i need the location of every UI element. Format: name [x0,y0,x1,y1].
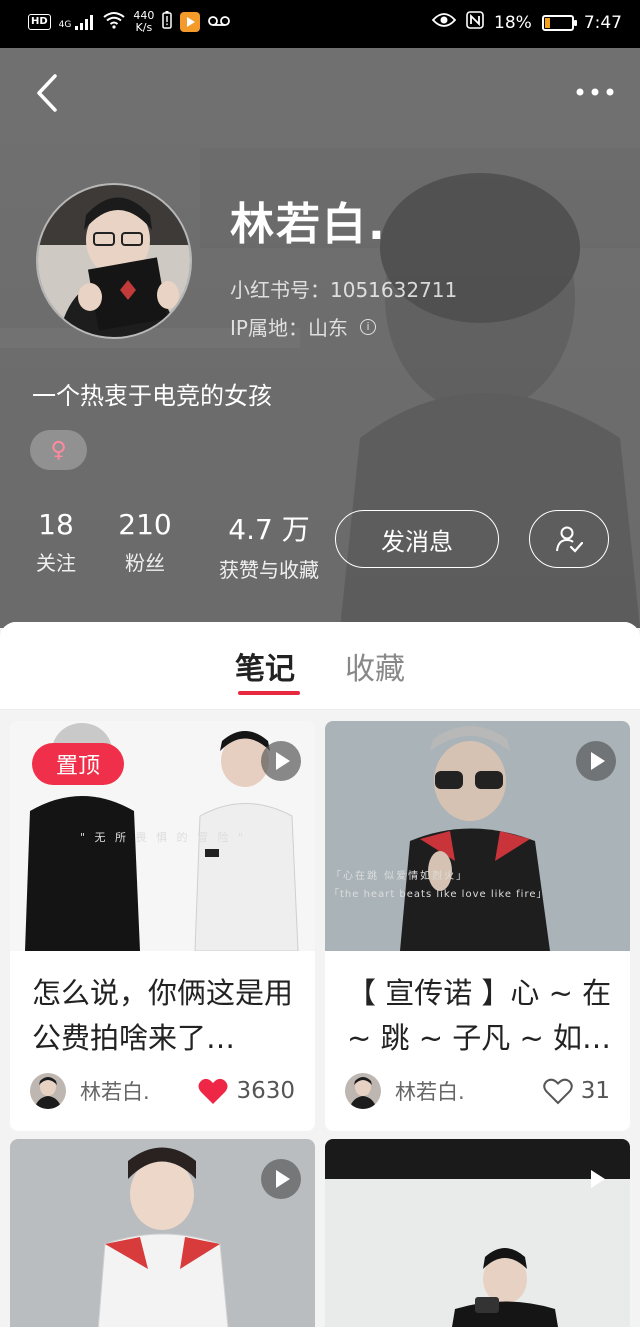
like-count: 31 [580,1078,610,1104]
network-type: 4G [58,20,72,30]
note-author[interactable]: 林若白. [30,1073,150,1109]
stat-label: 获赞与收藏 [219,558,319,582]
ip-location: IP属地：山东 i [230,312,376,341]
author-avatar [345,1073,381,1109]
tab-active-indicator [238,691,300,695]
stat-value: 4.7 万 [228,513,310,546]
author-name: 林若白. [80,1080,150,1104]
note-card[interactable] [10,1139,315,1327]
nfc-icon [466,11,484,34]
ip-location-text: IP属地：山东 [230,316,348,340]
content-panel: 笔记 收藏 " 无 所 畏 惧 的 冒 险 " 置顶 怎么说，你俩这是用公费拍啥… [0,622,640,1327]
stat-value: 18 [38,508,74,541]
play-icon [261,1159,301,1199]
stat-likes-collects[interactable]: 4.7 万 获赞与收藏 [206,508,332,583]
note-cover-caption: 「the heart beats like love like fire」 [329,889,548,900]
clock: 7:47 [583,12,622,33]
net-speed-unit: K/s [135,21,153,34]
play-icon [261,741,301,781]
avatar[interactable] [36,183,192,339]
battery-icon [541,14,577,31]
info-icon[interactable]: i [359,318,376,335]
stat-following[interactable]: 18 关注 [28,508,84,576]
note-cover-caption: 「心在跳 似爱情如烈火」 [331,871,469,882]
gender-badge: ♀ [30,430,87,470]
hd-indicator: HD [28,14,51,30]
eye-icon [431,12,457,33]
profile-bio: 一个热衷于电竞的女孩 [32,382,272,410]
stat-followers[interactable]: 210 粉丝 [112,508,178,576]
note-cover-caption: " 无 所 畏 惧 的 冒 险 " [80,831,247,844]
video-app-icon [180,12,201,32]
note-card[interactable]: " 无 所 畏 惧 的 冒 险 " 置顶 怎么说，你俩这是用公费拍啥来了… 林若… [10,721,315,1131]
note-title: 【 宣传诺 】心 ~ 在 ~ 跳 ~ 子凡 ~ 如… [347,976,612,1055]
signal-icon: 4G [59,14,96,30]
play-icon [576,1159,616,1199]
heart-icon [198,1078,228,1104]
tab-collections[interactable]: 收藏 [345,644,405,688]
battery-percent: 18% [494,12,532,33]
send-message-button[interactable]: 发消息 [335,510,499,568]
xhs-id: 小红书号：1051632711 [230,278,458,302]
wifi-icon [103,11,125,33]
like-button[interactable]: 31 [542,1073,610,1109]
status-bar: HD 4G 440 K/s 18% 7:47 [0,0,640,48]
author-name: 林若白. [395,1080,465,1104]
note-card[interactable]: 「心在跳 似爱情如烈火」 「the heart beats like love … [325,721,630,1131]
note-card[interactable] [325,1139,630,1327]
play-icon [576,741,616,781]
voicemail-icon [208,13,231,31]
back-button[interactable] [22,68,72,118]
note-author[interactable]: 林若白. [345,1073,465,1109]
stat-label: 粉丝 [125,551,165,575]
battery-alert-icon [162,11,173,33]
like-button[interactable]: 3630 [198,1073,295,1109]
like-count: 3630 [236,1078,295,1104]
note-title: 怎么说，你俩这是用公费拍啥来了… [32,976,294,1055]
profile-header: 林若白. 小红书号：1051632711 IP属地：山东 i 一个热衷于电竞的女… [0,48,640,628]
heart-outline-icon [542,1078,573,1104]
more-dots-icon [576,88,614,96]
stat-label: 关注 [36,551,76,575]
female-icon: ♀ [50,437,67,463]
stat-value: 210 [118,508,172,541]
pinned-badge: 置顶 [32,743,124,785]
chevron-left-icon [37,74,57,112]
author-avatar [30,1073,66,1109]
profile-name: 林若白. [230,199,387,250]
user-check-icon [556,526,583,553]
net-speed: 440 K/s [133,10,154,34]
more-button[interactable] [570,74,620,110]
tab-notes[interactable]: 笔记 [235,644,295,688]
follow-button[interactable] [529,510,609,568]
tab-bar: 笔记 收藏 [0,622,640,710]
